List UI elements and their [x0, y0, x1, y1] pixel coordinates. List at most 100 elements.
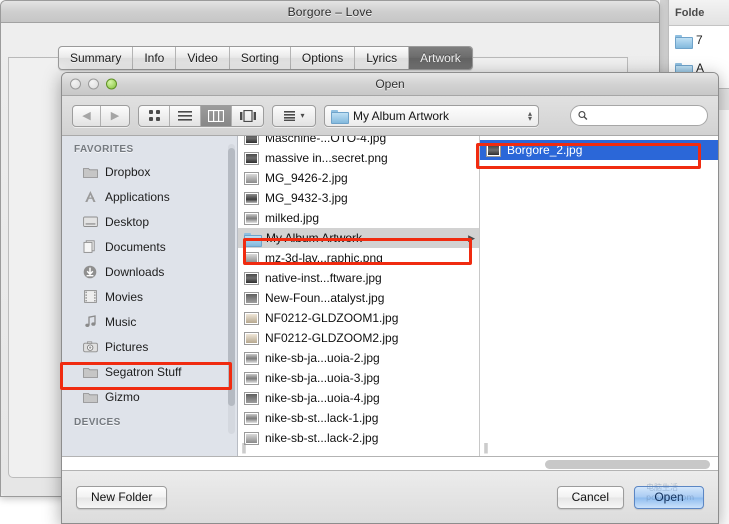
sidebar-item-movies[interactable]: Movies — [62, 284, 237, 309]
cancel-button[interactable]: Cancel — [556, 485, 624, 509]
open-button[interactable]: Open — [634, 485, 704, 509]
chevron-down-icon: ▾ — [300, 111, 305, 120]
list-item-my-album-artwork[interactable]: My Album Artwork ▶ — [238, 228, 479, 248]
navigation-segmented-control[interactable]: ◀ ▶ — [72, 104, 130, 127]
close-button[interactable] — [70, 78, 81, 90]
tab-options[interactable]: Options — [291, 47, 356, 69]
file-list[interactable]: Maschine-...OTO-4.jpg massive in...secre… — [238, 136, 479, 448]
tab-summary[interactable]: Summary — [59, 47, 134, 69]
list-item[interactable]: nike-sb-ja...uoia-4.jpg — [238, 388, 479, 408]
sidebar-item-dropbox[interactable]: Dropbox — [62, 159, 237, 184]
new-folder-button[interactable]: New Folder — [76, 485, 168, 509]
documents-icon — [82, 239, 98, 254]
file-column-1[interactable]: Maschine-...OTO-4.jpg massive in...secre… — [238, 136, 480, 456]
list-item[interactable]: mz-3d-lay...raphic.png — [238, 248, 479, 268]
search-field[interactable] — [570, 105, 708, 126]
list-item[interactable]: New-Foun...atalyst.jpg — [238, 288, 479, 308]
sidebar-item-documents[interactable]: Documents — [62, 234, 237, 259]
column-browser[interactable]: Maschine-...OTO-4.jpg massive in...secre… — [238, 136, 718, 456]
music-note-icon — [82, 314, 98, 329]
column-resize-handle[interactable]: || — [481, 443, 490, 454]
list-item[interactable]: NF0212-GLDZOOM1.jpg — [238, 308, 479, 328]
tab-video[interactable]: Video — [176, 47, 230, 69]
file-name: nike-sb-ja...uoia-4.jpg — [265, 391, 380, 405]
sidebar-item-label: Movies — [105, 289, 144, 304]
screenshot-root: Folde 7 A Borgore – Love Summary Info Vi… — [0, 0, 729, 524]
sidebar-item-segatron-stuff[interactable]: Segatron Stuff — [62, 359, 237, 384]
list-item[interactable]: MG_9432-3.jpg — [238, 188, 479, 208]
list-item[interactable]: nike-sb-st...lack-2.jpg — [238, 428, 479, 448]
current-folder-label: My Album Artwork — [353, 108, 450, 123]
column-resize-handle[interactable]: || — [239, 443, 248, 454]
tab-lyrics[interactable]: Lyrics — [355, 47, 410, 69]
track-info-titlebar: Borgore – Love — [1, 1, 659, 23]
sidebar-item-desktop[interactable]: Desktop — [62, 209, 237, 234]
list-item[interactable]: NF0212-GLDZOOM2.jpg — [238, 328, 479, 348]
back-button[interactable]: ◀ — [73, 105, 101, 126]
open-dialog-toolbar[interactable]: ◀ ▶ ▾ My Album Artwork ▴ ▾ — [62, 96, 718, 136]
tab-sorting[interactable]: Sorting — [230, 47, 291, 69]
tab-artwork[interactable]: Artwork — [409, 47, 472, 69]
open-dialog-footer[interactable]: New Folder Cancel Open 电脑生活 pcsofts.com — [62, 471, 718, 523]
folder-icon — [331, 109, 349, 124]
list-item[interactable]: nike-sb-ja...uoia-3.jpg — [238, 368, 479, 388]
list-item[interactable]: native-inst...ftware.jpg — [238, 268, 479, 288]
sidebar-section-devices-header: DEVICES — [74, 417, 121, 428]
sidebar-item-label: Pictures — [105, 339, 149, 354]
file-list[interactable]: Borgore_2.jpg — [480, 136, 718, 160]
image-thumbnail-icon — [244, 391, 259, 405]
tab-info[interactable]: Info — [133, 47, 177, 69]
zoom-button[interactable] — [106, 78, 117, 90]
list-item[interactable]: nike-sb-ja...uoia-2.jpg — [238, 348, 479, 368]
window-controls[interactable] — [70, 78, 117, 90]
sidebar-item-music[interactable]: Music — [62, 309, 237, 334]
view-mode-segmented-control[interactable] — [138, 104, 264, 127]
column-view-button[interactable] — [201, 105, 232, 126]
list-item[interactable]: massive in...secret.png — [238, 148, 479, 168]
stepper-icon[interactable]: ▴ ▾ — [527, 109, 534, 123]
image-thumbnail-icon — [486, 143, 501, 157]
file-name: My Album Artwork — [266, 231, 363, 245]
sidebar-item-applications[interactable]: Applications — [62, 184, 237, 209]
sidebar-item-downloads[interactable]: Downloads — [62, 259, 237, 284]
sidebar[interactable]: FAVORITES Dropbox Applications Desktop D… — [62, 136, 238, 456]
file-name: MG_9426-2.jpg — [265, 171, 348, 185]
file-name: MG_9432-3.jpg — [265, 191, 348, 205]
file-name: nike-sb-st...lack-1.jpg — [265, 411, 379, 425]
open-dialog-titlebar: Open — [62, 73, 718, 96]
forward-button[interactable]: ▶ — [101, 106, 129, 126]
list-item[interactable]: MG_9426-2.jpg — [238, 168, 479, 188]
background-finder-row[interactable]: 7 — [669, 26, 729, 54]
stepper-down-icon: ▾ — [527, 113, 532, 123]
file-name: Borgore_2.jpg — [507, 143, 583, 157]
horizontal-scrollbar[interactable] — [62, 457, 718, 471]
file-name: Maschine-...OTO-4.jpg — [265, 136, 387, 145]
footer-actions[interactable]: Cancel Open — [556, 485, 704, 509]
search-input[interactable] — [591, 109, 707, 122]
file-browser[interactable]: FAVORITES Dropbox Applications Desktop D… — [62, 136, 718, 457]
list-item[interactable]: nike-sb-st...lack-1.jpg — [238, 408, 479, 428]
sidebar-item-gizmo[interactable]: Gizmo — [62, 384, 237, 409]
icon-view-button[interactable] — [139, 105, 170, 126]
list-item-borgore-2[interactable]: Borgore_2.jpg — [480, 140, 718, 160]
sidebar-item-label: Gizmo — [105, 389, 140, 404]
image-thumbnail-icon — [244, 331, 259, 345]
open-dialog[interactable]: Open ◀ ▶ ▾ My Album Artwork ▴ ▾ FAVORITE… — [61, 72, 719, 524]
camera-icon — [82, 339, 98, 354]
sidebar-item-label: Documents — [105, 239, 166, 254]
file-name: nike-sb-ja...uoia-3.jpg — [265, 371, 380, 385]
minimize-button[interactable] — [88, 78, 99, 90]
file-name: nike-sb-st...lack-2.jpg — [265, 431, 379, 445]
track-info-tabstrip[interactable]: Summary Info Video Sorting Options Lyric… — [58, 46, 473, 70]
list-item[interactable]: milked.jpg — [238, 208, 479, 228]
action-menu-button[interactable]: ▾ — [273, 106, 315, 126]
sidebar-scrollbar-thumb[interactable] — [228, 148, 235, 406]
coverflow-view-button[interactable] — [232, 106, 263, 126]
file-column-2[interactable]: Borgore_2.jpg || — [480, 136, 718, 456]
horizontal-scrollbar-thumb[interactable] — [545, 460, 710, 469]
list-view-button[interactable] — [170, 105, 201, 126]
sidebar-item-pictures[interactable]: Pictures — [62, 334, 237, 359]
action-menu-control[interactable]: ▾ — [272, 104, 316, 127]
list-item[interactable]: Maschine-...OTO-4.jpg — [238, 136, 479, 148]
path-popup-button[interactable]: My Album Artwork ▴ ▾ — [324, 104, 539, 127]
